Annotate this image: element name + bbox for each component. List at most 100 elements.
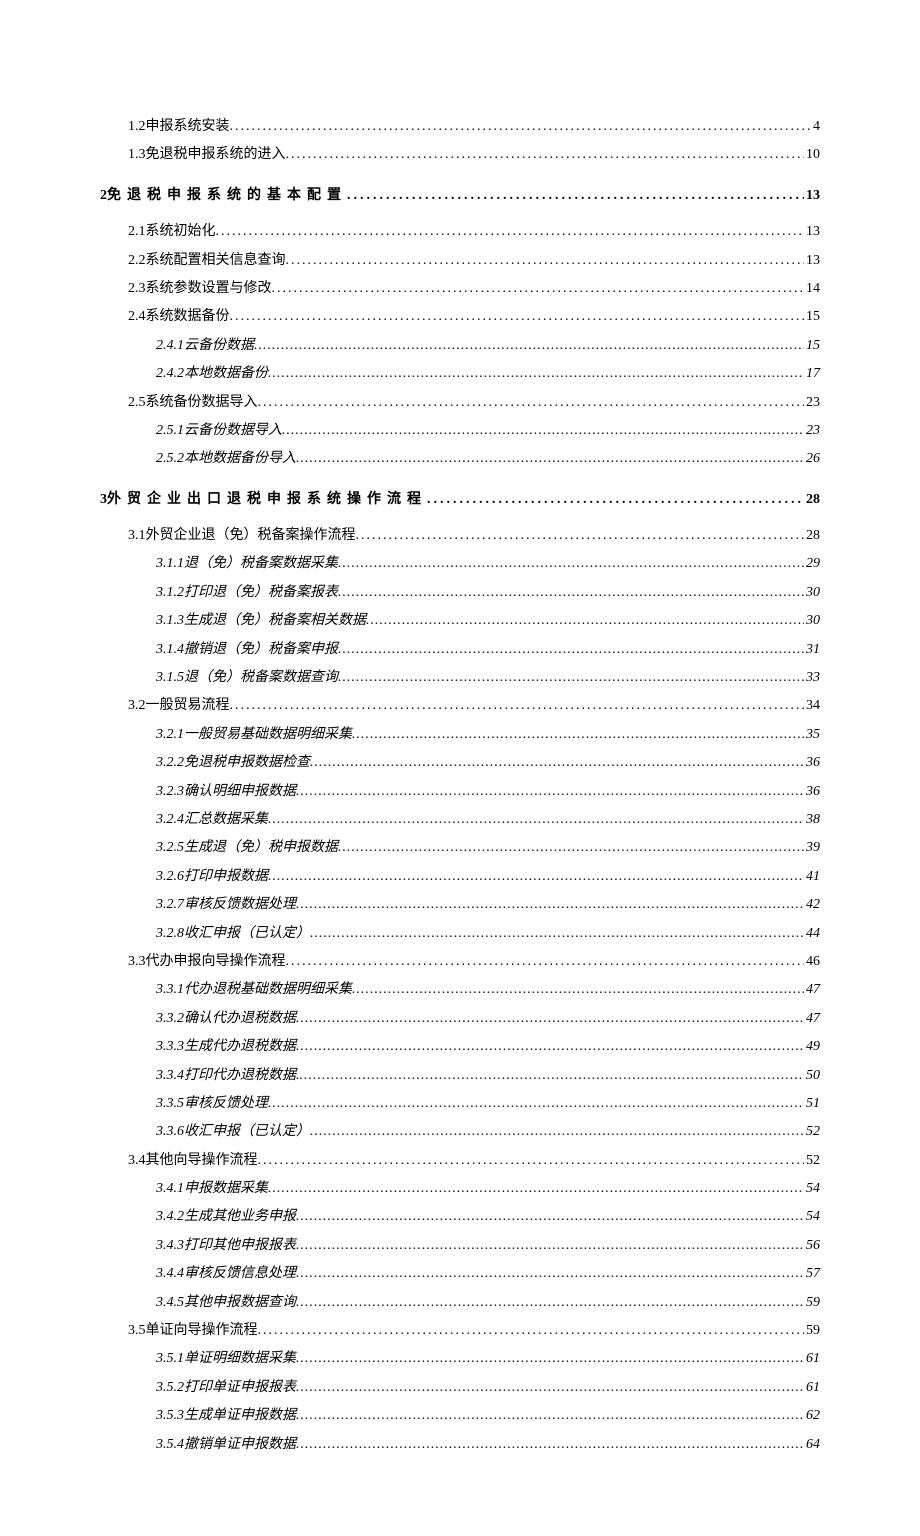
toc-number: 3.5: [128, 1320, 146, 1342]
toc-page: 13: [804, 185, 820, 207]
toc-page: 23: [804, 392, 820, 414]
toc-page: 61: [804, 1377, 820, 1399]
toc-leader: [268, 809, 804, 831]
toc-leader: [296, 894, 804, 916]
toc-title: 收汇申报（已认定）: [184, 923, 310, 945]
toc-number: 3.2.3: [156, 781, 184, 803]
toc-number: 3.5.2: [156, 1377, 184, 1399]
toc-title: 云备份数据: [184, 335, 254, 357]
toc-entry: 2.5.1 云备份数据导入 23: [100, 420, 820, 442]
toc-number: 2.4.1: [156, 335, 184, 357]
toc-entry: 3.2.1 一般贸易基础数据明细采集 35: [100, 724, 820, 746]
toc-title: 审核反馈信息处理: [184, 1263, 296, 1285]
toc-title: 退（免）税备案数据查询: [184, 667, 338, 689]
toc-entry: 2.4.1 云备份数据 15: [100, 335, 820, 357]
toc-leader: [268, 363, 804, 385]
toc-page: 4: [811, 116, 820, 138]
toc-title: 申报数据采集: [184, 1178, 268, 1200]
toc-page: 36: [804, 752, 820, 774]
toc-number: 2.2: [128, 250, 146, 272]
toc-title: 汇总数据采集: [184, 809, 268, 831]
toc-entry: 3.1.5 退（免）税备案数据查询 33: [100, 667, 820, 689]
toc-page: 30: [804, 582, 820, 604]
toc-number: 3.1: [128, 525, 146, 547]
toc-number: 3.3.2: [156, 1008, 184, 1030]
toc-leader: [356, 525, 805, 547]
toc-page: 42: [804, 894, 820, 916]
toc-title: 撤销单证申报数据: [184, 1434, 296, 1456]
toc-number: 3.2.7: [156, 894, 184, 916]
toc-entry: 3.2.4 汇总数据采集 38: [100, 809, 820, 831]
toc-number: 2.3: [128, 278, 146, 300]
toc-page: 34: [804, 695, 820, 717]
toc-page: 28: [804, 489, 820, 511]
toc-title: 代办申报向导操作流程: [146, 951, 286, 973]
toc-title: 打印申报数据: [184, 866, 268, 888]
toc-number: 3.4.2: [156, 1206, 184, 1228]
toc-leader: [338, 837, 804, 859]
toc-number: 3.1.3: [156, 610, 184, 632]
toc-leader: [296, 1263, 804, 1285]
toc-title: 系统备份数据导入: [146, 392, 258, 414]
toc-leader: [268, 1178, 804, 1200]
toc-number: 3.3.6: [156, 1121, 184, 1143]
toc-leader: [296, 1348, 804, 1370]
toc-title: 其他申报数据查询: [184, 1292, 296, 1314]
toc-entry: 3.1.4 撤销退（免）税备案申报 31: [100, 639, 820, 661]
toc-title: 一般贸易流程: [146, 695, 230, 717]
toc-title: 外贸企业出口退税申报系统操作流程: [107, 489, 427, 511]
toc-entry: 3.3.2 确认代办退税数据 47: [100, 1008, 820, 1030]
toc-leader: [282, 420, 804, 442]
toc-entry: 3.3.5 审核反馈处理 51: [100, 1093, 820, 1115]
toc-number: 3.4.5: [156, 1292, 184, 1314]
toc-entry: 3.4.5 其他申报数据查询 59: [100, 1292, 820, 1314]
toc-entry: 3.4.1 申报数据采集 54: [100, 1178, 820, 1200]
toc-title: 系统配置相关信息查询: [146, 250, 286, 272]
toc-title: 确认代办退税数据: [184, 1008, 296, 1030]
toc-number: 3.1.5: [156, 667, 184, 689]
toc-number: 2.4: [128, 306, 146, 328]
toc-page: 62: [804, 1405, 820, 1427]
toc-entry: 3.3.1 代办退税基础数据明细采集 47: [100, 979, 820, 1001]
toc-title: 打印代办退税数据.: [184, 1065, 300, 1087]
toc-title: 系统初始化: [146, 221, 216, 243]
toc-number: 3.4: [128, 1150, 146, 1172]
toc-page: 54: [804, 1206, 820, 1228]
toc-page: 49: [804, 1036, 820, 1058]
toc-leader: [254, 335, 804, 357]
toc-page: 23: [804, 420, 820, 442]
toc-title: 云备份数据导入: [184, 420, 282, 442]
toc-entry: 3.1.3 生成退（免）税备案相关数据 30: [100, 610, 820, 632]
toc-number: 3.2.6: [156, 866, 184, 888]
toc-leader: [338, 639, 804, 661]
toc-title: 生成单证申报数据: [184, 1405, 296, 1427]
toc-title: 单证向导操作流程: [146, 1320, 258, 1342]
toc-title: 申报系统安装: [146, 116, 230, 138]
toc-number: 3.2.4: [156, 809, 184, 831]
toc-leader: [296, 448, 804, 470]
toc-number: 3.2: [128, 695, 146, 717]
toc-page: 50: [804, 1065, 820, 1087]
toc-number: 3.5.3: [156, 1405, 184, 1427]
toc-page: 30: [804, 610, 820, 632]
toc-page: 10: [804, 144, 820, 166]
toc-title: 生成其他业务申报: [184, 1206, 296, 1228]
toc-entry: 3.5 单证向导操作流程 59: [100, 1320, 820, 1342]
toc-leader: [296, 1235, 804, 1257]
toc-title: 生成代办退税数据: [184, 1036, 296, 1058]
toc-leader: [230, 695, 805, 717]
toc-entry: 1.3 免退税申报系统的进入 10: [100, 144, 820, 166]
toc-title: 代办退税基础数据明细采集: [184, 979, 352, 1001]
toc-page: 51: [804, 1093, 820, 1115]
toc-entry: 2 免退税申报系统的基本配置13: [100, 185, 820, 207]
toc-number: 2.1: [128, 221, 146, 243]
toc-leader: [296, 1405, 804, 1427]
toc-leader: [296, 1036, 804, 1058]
toc-page: 26: [804, 448, 820, 470]
toc-leader: [347, 185, 804, 207]
toc-entry: 3.3.3 生成代办退税数据 49: [100, 1036, 820, 1058]
toc-entry: 3.2.2 免退税申报数据检查 36: [100, 752, 820, 774]
toc-page: 33: [804, 667, 820, 689]
toc-entry: 3 外贸企业出口退税申报系统操作流程28: [100, 489, 820, 511]
toc-number: 2.5: [128, 392, 146, 414]
